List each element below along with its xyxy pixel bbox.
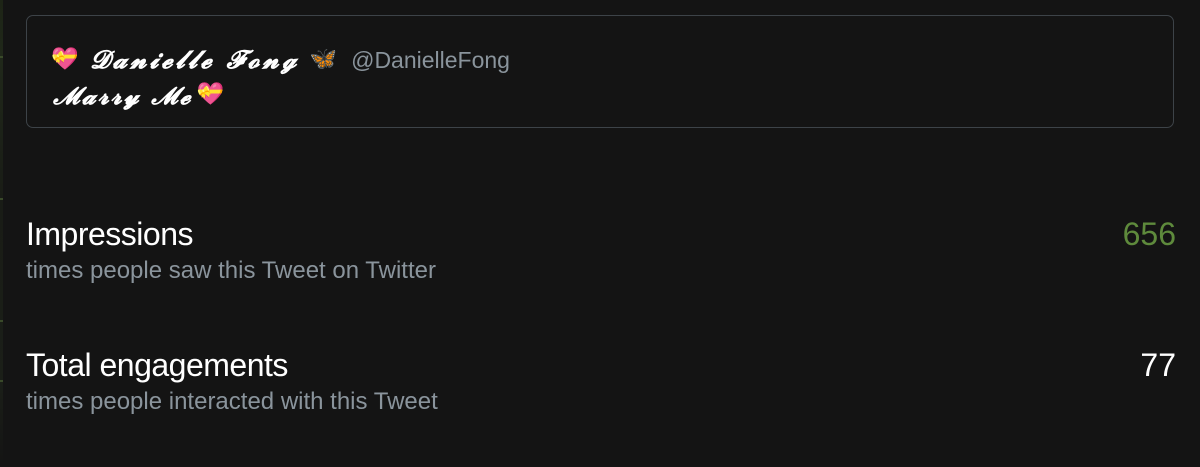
butterfly-icon: 🦋 — [309, 47, 338, 72]
author-display-name[interactable]: 𝓓𝓪𝓷𝓲𝓮𝓵𝓵𝓮 𝓕𝓸𝓷𝓰 — [90, 45, 299, 75]
tweet-author-row: 💝 𝓓𝓪𝓷𝓲𝓮𝓵𝓵𝓮 𝓕𝓸𝓷𝓰 🦋 @DanielleFong — [51, 43, 510, 77]
engagements-value: 77 — [1140, 347, 1176, 383]
engagements-description: times people interacted with this Tweet — [26, 388, 438, 415]
heart-with-ribbon-icon: 💝 — [196, 82, 225, 107]
edge-mark — [0, 198, 3, 200]
engagements-label: Total engagements — [26, 347, 288, 383]
edge-mark — [0, 56, 3, 58]
impressions-label: Impressions — [26, 216, 194, 252]
tweet-text: 𝓜𝓪𝓻𝓻𝔂 𝓜𝓮 💝 — [53, 78, 224, 112]
impressions-description: times people saw this Tweet on Twitter — [26, 257, 436, 284]
heart-with-ribbon-icon: 💝 — [51, 47, 79, 72]
impressions-value: 656 — [1122, 216, 1176, 252]
left-edge-strip — [0, 0, 3, 467]
author-handle[interactable]: @DanielleFong — [351, 47, 510, 74]
tweet-text-content: 𝓜𝓪𝓻𝓻𝔂 𝓜𝓮 — [53, 80, 193, 110]
embedded-tweet-card[interactable]: 💝 𝓓𝓪𝓷𝓲𝓮𝓵𝓵𝓮 𝓕𝓸𝓷𝓰 🦋 @DanielleFong 𝓜𝓪𝓻𝓻𝔂 𝓜𝓮… — [26, 15, 1174, 128]
edge-mark — [0, 320, 3, 322]
edge-mark — [0, 380, 3, 382]
